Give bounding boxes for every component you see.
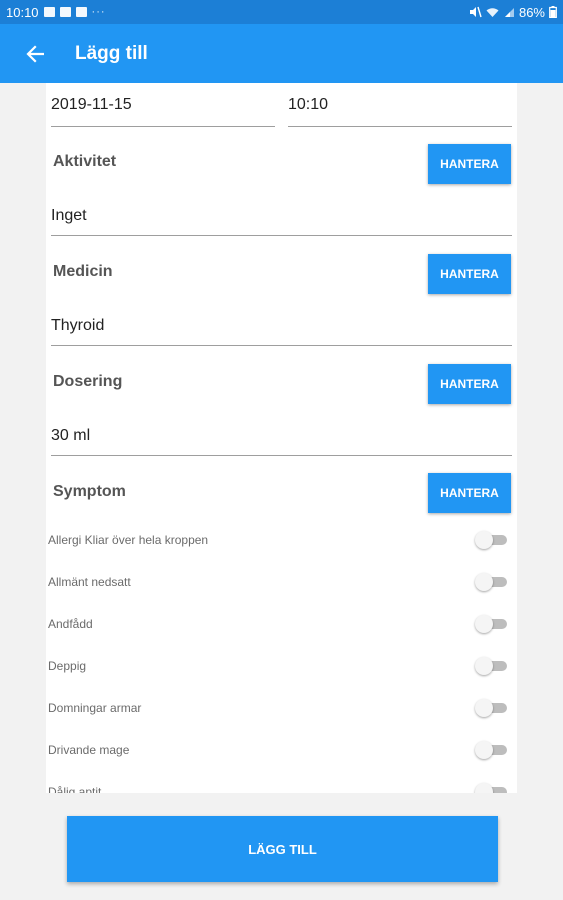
symptom-row: Allmänt nedsatt (46, 561, 517, 603)
symptom-label: Allergi Kliar över hela kroppen (48, 533, 209, 547)
activity-field[interactable]: Inget (51, 207, 512, 236)
symptom-toggle[interactable] (475, 741, 507, 759)
symptom-row: Allergi Kliar över hela kroppen (46, 519, 517, 561)
symptom-toggle[interactable] (475, 531, 507, 549)
time-field[interactable]: 10:10 (288, 96, 512, 127)
manage-symptom-button[interactable]: HANTERA (428, 473, 511, 513)
more-notifications-icon: ··· (91, 6, 106, 18)
date-value: 2019-11-15 (51, 96, 132, 113)
symptom-label: Dålig aptit (48, 785, 102, 793)
symptom-label: Allmänt nedsatt (48, 575, 131, 589)
symptom-toggle[interactable] (475, 573, 507, 591)
activity-value: Inget (51, 207, 87, 224)
symptom-label: Symptom (53, 483, 126, 500)
image-notification-icon (43, 7, 55, 17)
medicine-field[interactable]: Thyroid (51, 317, 512, 346)
dosage-label: Dosering (53, 373, 123, 390)
bottom-bar: LÄGG TILL (0, 793, 563, 900)
manage-activity-button[interactable]: HANTERA (428, 144, 511, 184)
battery-level: 86% (518, 4, 545, 20)
status-time: 10:10 (6, 4, 39, 20)
dosage-value: 30 ml (51, 427, 91, 444)
back-button[interactable] (0, 24, 70, 83)
symptom-row: Domningar armar (46, 687, 517, 729)
mute-icon (469, 6, 482, 18)
activity-label: Aktivitet (53, 153, 117, 170)
symptom-row: Drivande mage (46, 729, 517, 771)
status-bar: 10:10 ··· 86% (0, 0, 563, 24)
symptom-label: Andfådd (48, 617, 93, 631)
medicine-value: Thyroid (51, 317, 105, 334)
symptom-toggle[interactable] (475, 615, 507, 633)
symptom-row: Dålig aptit (46, 771, 517, 793)
page-title: Lägg till (75, 42, 148, 64)
arrow-back-icon (26, 44, 44, 63)
app-bar: Lägg till (0, 24, 563, 83)
dosage-field[interactable]: 30 ml (51, 427, 512, 456)
date-field[interactable]: 2019-11-15 (51, 96, 275, 127)
add-button[interactable]: LÄGG TILL (67, 816, 498, 882)
message-notification-icon (59, 7, 71, 17)
symptom-label: Deppig (48, 659, 87, 673)
manage-dosage-button[interactable]: HANTERA (428, 364, 511, 404)
time-value: 10:10 (288, 96, 329, 113)
symptom-toggle[interactable] (475, 657, 507, 675)
signal-icon (504, 7, 514, 17)
symptom-toggle[interactable] (475, 699, 507, 717)
medicine-label: Medicin (53, 263, 113, 280)
symptom-row: Deppig (46, 645, 517, 687)
wifi-icon (486, 7, 499, 17)
symptom-label: Drivande mage (48, 743, 130, 757)
symptom-toggle[interactable] (475, 783, 507, 793)
photo-notification-icon (75, 7, 87, 17)
symptom-row: Andfådd (46, 603, 517, 645)
manage-medicine-button[interactable]: HANTERA (428, 254, 511, 294)
symptom-label: Domningar armar (48, 701, 142, 715)
battery-icon (549, 6, 557, 18)
form-card: 2019-11-15 10:10 Aktivitet HANTERA Inget… (46, 83, 517, 793)
